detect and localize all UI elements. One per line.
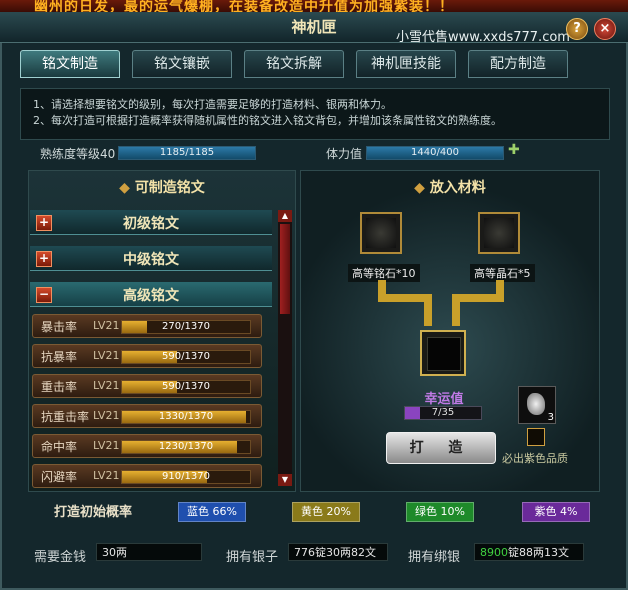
stamina-value: 1440/400: [411, 147, 459, 158]
tab-inscription-inlay[interactable]: 铭文镶嵌: [132, 50, 232, 78]
purple-stone-slot[interactable]: 3: [518, 386, 556, 424]
inscription-name: 闪避率: [41, 470, 78, 484]
help-icon[interactable]: ?: [566, 18, 588, 40]
tab-inscription-dismantle[interactable]: 铭文拆解: [244, 50, 344, 78]
inscription-name: 暴击率: [41, 320, 78, 334]
instruction-line-2: 2、每次打造可根据打造概率获得随机属性的铭文进入铭文背包，并增加该条属性铭文的熟…: [33, 114, 502, 127]
material-slot-2[interactable]: [478, 212, 520, 254]
prob-green: 绿色 10%: [406, 502, 474, 522]
materials-title: 放入材料: [429, 180, 486, 196]
guarantee-purple-checkbox[interactable]: [527, 428, 545, 446]
scroll-up-icon[interactable]: ▲: [278, 210, 292, 222]
prob-purple: 紫色 4%: [522, 502, 590, 522]
pipe-left-across: [378, 294, 430, 302]
gold-value: 30两: [96, 543, 202, 561]
inscription-progress-text: 590/1370: [162, 351, 210, 362]
add-stamina-icon[interactable]: ✚: [508, 143, 520, 157]
luck-label: 幸运值: [424, 392, 464, 407]
bound-silver-green: 8900: [480, 546, 508, 559]
category-mid[interactable]: + 中级铭文: [30, 246, 272, 271]
silver-value: 776锭30两82文: [288, 543, 388, 561]
proficiency-bar: 1185/1185: [118, 146, 256, 160]
probability-label: 打造初始概率: [54, 505, 133, 520]
category-label: 高级铭文: [123, 288, 179, 304]
inscription-progress: 590/1370: [121, 350, 251, 364]
luck-bar: 7/35: [404, 406, 482, 420]
guarantee-purple-label: 必出紫色品质: [502, 452, 568, 465]
proficiency-value: 1185/1185: [159, 147, 215, 158]
luck-value: 7/35: [431, 407, 455, 418]
inscription-progress-text: 590/1370: [162, 381, 210, 392]
inscription-level: LV21: [93, 409, 120, 422]
inscription-row[interactable]: 暴击率 LV21 270/1370: [32, 314, 262, 338]
prob-blue: 蓝色 66%: [178, 502, 246, 522]
category-label: 初级铭文: [123, 216, 179, 232]
inscription-level: LV21: [93, 439, 120, 452]
bound-silver-rest: 锭88两13文: [508, 546, 569, 559]
forge-button[interactable]: 打 造: [386, 432, 496, 464]
scroll-thumb[interactable]: [280, 224, 290, 314]
inscription-row[interactable]: 抗重击率 LV21 1330/1370: [32, 404, 262, 428]
inscription-level: LV21: [93, 349, 120, 362]
instruction-line-1: 1、请选择想要铭文的级别，每次打造需要足够的打造材料、银两和体力。: [33, 98, 392, 111]
inscription-row[interactable]: 抗暴率 LV21 590/1370: [32, 344, 262, 368]
inscription-progress: 270/1370: [121, 320, 251, 334]
watermark-text: 小雪代售www.xxds777.com: [396, 30, 570, 45]
inscription-name: 命中率: [41, 440, 78, 454]
prob-yellow: 黄色 20%: [292, 502, 360, 522]
luck-bar-fill: [405, 407, 421, 419]
inscription-progress-text: 1230/1370: [158, 441, 214, 452]
inscription-level: LV21: [93, 469, 120, 482]
inscription-name: 抗重击率: [41, 410, 90, 424]
announcement-banner: 幽州的日发，最的运气爆棚，在装备改造中升值为加强紫装！！: [0, 0, 628, 12]
stone-count: 3: [547, 412, 554, 423]
inscription-row[interactable]: 命中率 LV21 1230/1370: [32, 434, 262, 458]
inscription-progress-text: 910/1370: [162, 471, 210, 482]
stone-icon: [527, 393, 545, 415]
inscription-row[interactable]: 重击率 LV21 590/1370: [32, 374, 262, 398]
result-icon: [427, 337, 461, 371]
announcement-text: 幽州的日发，最的运气爆棚，在装备改造中升值为加强紫装！！: [34, 0, 454, 12]
category-basic[interactable]: + 初级铭文: [30, 210, 272, 235]
bound-silver-value: 8900锭88两13文: [474, 543, 584, 561]
result-slot[interactable]: [420, 330, 466, 376]
silver-label: 拥有银子: [226, 550, 279, 565]
inscription-row[interactable]: 闪避率 LV21 910/1370: [32, 464, 262, 488]
inscription-progress-text: 270/1370: [162, 321, 210, 332]
craftable-title: 可制造铭文: [134, 180, 205, 196]
bound-silver-label: 拥有绑银: [408, 550, 461, 565]
inscription-progress: 590/1370: [121, 380, 251, 394]
scroll-down-icon[interactable]: ▼: [278, 474, 292, 486]
inscription-progress: 910/1370: [121, 470, 251, 484]
material-slot-1[interactable]: [360, 212, 402, 254]
close-icon[interactable]: ×: [594, 18, 616, 40]
ore-icon: [366, 218, 396, 248]
gold-label: 需要金钱: [34, 550, 87, 565]
crystal-icon: [484, 218, 514, 248]
category-label: 中级铭文: [123, 252, 179, 268]
pipe-right-join: [452, 294, 460, 326]
inscription-progress-text: 1330/1370: [158, 411, 214, 422]
inscription-progress: 1230/1370: [121, 440, 251, 454]
list-scrollbar[interactable]: ▲ ▼: [278, 210, 292, 486]
tab-recipe-make[interactable]: 配方制造: [468, 50, 568, 78]
inscription-level: LV21: [93, 379, 120, 392]
stamina-bar: 1440/400: [366, 146, 504, 160]
category-advanced[interactable]: − 高级铭文: [30, 282, 272, 307]
tab-skills[interactable]: 神机匣技能: [356, 50, 456, 78]
inscription-progress: 1330/1370: [121, 410, 251, 424]
proficiency-label: 熟练度等级40: [40, 147, 116, 161]
inscription-name: 抗暴率: [41, 350, 78, 364]
instructions-box: 1、请选择想要铭文的级别，每次打造需要足够的打造材料、银两和体力。 2、每次打造…: [20, 88, 610, 140]
inscription-level: LV21: [93, 319, 120, 332]
tab-inscription-make[interactable]: 铭文制造: [20, 50, 120, 78]
pipe-left-join: [424, 294, 432, 326]
stamina-label: 体力值: [326, 147, 363, 161]
inscription-name: 重击率: [41, 380, 78, 394]
